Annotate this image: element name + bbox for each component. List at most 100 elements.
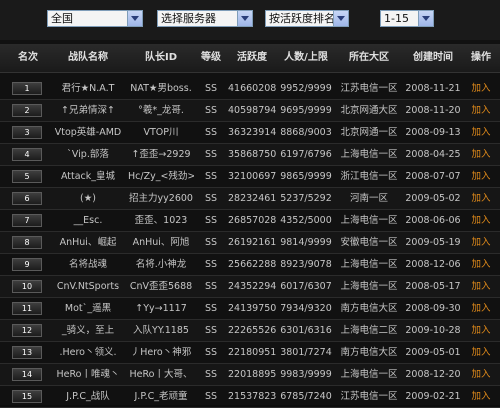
cell-created: 2009-05-01	[405, 347, 461, 358]
cell-region: 上海电信一区	[340, 259, 398, 270]
cell-members: 9865/9999	[280, 171, 332, 182]
cell-created: 2009-02-21	[405, 391, 461, 402]
cell-captain: 入队YY.1185	[133, 325, 189, 336]
server-select-value: 选择服务器	[161, 12, 216, 25]
cell-team: Attack_皇城	[60, 171, 116, 182]
cell-members: 9952/9999	[280, 83, 332, 94]
table-row: 8 AnHui、崛起 AnHui、阿旭 SS 26192161 9814/9999 安徽电信…	[0, 232, 500, 254]
cell-created: 2008-11-20	[405, 105, 461, 116]
join-link[interactable]: 加入	[464, 144, 498, 165]
cell-team: ↑兄弟情深↑	[61, 105, 115, 116]
cell-region: 江苏电信一区	[340, 391, 398, 402]
cell-team: Mot`_遥黑	[64, 303, 112, 314]
cell-captain: ↑歪歪→2929	[131, 149, 191, 160]
cell-region: 北京网通一区	[340, 127, 398, 138]
range-select-value: 1-15	[384, 12, 409, 25]
cell-level: SS	[204, 391, 218, 402]
cell-region: 江苏电信一区	[340, 83, 398, 94]
table-row: 5 Attack_皇城 Hc/Zy_<残劲> SS 32100697 9865/9999 浙…	[0, 166, 500, 188]
join-link[interactable]: 加入	[464, 386, 498, 407]
sort-select[interactable]: 按活跃度排名	[265, 10, 349, 27]
cell-team: HeRo丨唯魂丶	[56, 369, 120, 380]
cell-captain: AnHui、阿旭	[132, 237, 190, 248]
cell-activity: 21537823	[228, 391, 276, 402]
cell-team: .Hero丶领义.	[59, 347, 117, 358]
cell-level: SS	[204, 149, 218, 160]
cell-team: CnV.NtSports	[56, 281, 120, 292]
sort-select-value: 按活跃度排名	[269, 12, 335, 25]
cell-activity: 28232461	[228, 193, 276, 204]
cell-activity: 36323914	[228, 127, 276, 138]
cell-created: 2009-05-19	[405, 237, 461, 248]
chevron-down-icon[interactable]	[418, 11, 433, 26]
table-row: 3 Vtop英雄-AMD VTOP川 SS 36323914 8868/9003 北京网通一…	[0, 122, 500, 144]
cell-captain: 丿Hero丶神邪	[130, 347, 192, 358]
join-link[interactable]: 加入	[464, 232, 498, 253]
table-header: 名次 战队名称 队长ID 等级 活跃度 人数/上限 所在大区 创建时间 操作	[0, 44, 500, 73]
cell-members: 6785/7240	[280, 391, 332, 402]
cell-captain: ↑Yy→1117	[135, 303, 187, 314]
ranking-table: 名次 战队名称 队长ID 等级 活跃度 人数/上限 所在大区 创建时间 操作 1…	[0, 40, 500, 408]
cell-team: Vtop英雄-AMD	[54, 127, 122, 138]
cell-level: SS	[204, 171, 218, 182]
cell-members: 9983/9999	[280, 369, 332, 380]
cell-level: SS	[204, 325, 218, 336]
rank-badge: 12	[12, 324, 42, 337]
cell-activity: 40598794	[228, 105, 276, 116]
join-link[interactable]: 加入	[464, 342, 498, 363]
join-link[interactable]: 加入	[464, 276, 498, 297]
rank-badge: 1	[12, 82, 42, 95]
cell-captain: VTOP川	[143, 127, 179, 138]
col-activity: 活跃度	[237, 52, 267, 63]
cell-created: 2008-06-06	[405, 215, 461, 226]
cell-members: 6017/6307	[280, 281, 332, 292]
table-row: 1 君行★N.A.T NAT★男boss. SS 41660208 9952/9999 江苏…	[0, 78, 500, 100]
chevron-down-icon[interactable]	[237, 11, 252, 26]
range-select[interactable]: 1-15	[380, 10, 434, 27]
rank-badge: 5	[12, 170, 42, 183]
join-link[interactable]: 加入	[464, 122, 498, 143]
join-link[interactable]: 加入	[464, 100, 498, 121]
join-link[interactable]: 加入	[464, 320, 498, 341]
region-select-value: 全国	[51, 12, 73, 25]
rank-badge: 4	[12, 148, 42, 161]
join-link[interactable]: 加入	[464, 188, 498, 209]
join-link[interactable]: 加入	[464, 210, 498, 231]
region-select[interactable]: 全国	[47, 10, 143, 27]
chevron-down-icon[interactable]	[127, 11, 142, 26]
join-link[interactable]: 加入	[464, 78, 498, 99]
cell-region: 南方电信大区	[340, 303, 398, 314]
rank-badge: 10	[12, 280, 42, 293]
cell-level: SS	[204, 127, 218, 138]
cell-region: 安徽电信一区	[340, 237, 398, 248]
cell-created: 2008-12-06	[405, 259, 461, 270]
cell-activity: 22180951	[228, 347, 276, 358]
chevron-down-icon[interactable]	[333, 11, 348, 26]
col-created: 创建时间	[413, 52, 453, 63]
cell-level: SS	[204, 83, 218, 94]
cell-team: AnHui、崛起	[59, 237, 117, 248]
cell-captain: 名将.小神龙	[135, 259, 187, 270]
join-link[interactable]: 加入	[464, 166, 498, 187]
cell-team: (★)	[80, 193, 96, 204]
cell-captain: 歪歪、1023	[134, 215, 188, 226]
col-action: 操作	[471, 52, 491, 63]
rank-badge: 3	[12, 126, 42, 139]
join-link[interactable]: 加入	[464, 364, 498, 385]
cell-activity: 24139750	[228, 303, 276, 314]
rank-badge: 11	[12, 302, 42, 315]
cell-team: 名将战魂	[68, 259, 107, 270]
cell-level: SS	[204, 237, 218, 248]
cell-activity: 24352294	[228, 281, 276, 292]
table-row: 2 ↑兄弟情深↑ °羲*_龙哥. SS 40598794 9695/9999 北京网通大区 2…	[0, 100, 500, 122]
table-row: 14 HeRo丨唯魂丶 HeRo丨大哥、 SS 22018895 9983/9999 上海电…	[0, 364, 500, 386]
server-select[interactable]: 选择服务器	[157, 10, 253, 27]
cell-captain: CnV歪歪5688	[129, 281, 193, 292]
join-link[interactable]: 加入	[464, 254, 498, 275]
cell-region: 上海电信一区	[340, 369, 398, 380]
cell-members: 9814/9999	[280, 237, 332, 248]
join-link[interactable]: 加入	[464, 298, 498, 319]
cell-level: SS	[204, 215, 218, 226]
cell-created: 2008-09-30	[405, 303, 461, 314]
table-row: 13 .Hero丶领义. 丿Hero丶神邪 SS 22180951 3801/7274 南方…	[0, 342, 500, 364]
